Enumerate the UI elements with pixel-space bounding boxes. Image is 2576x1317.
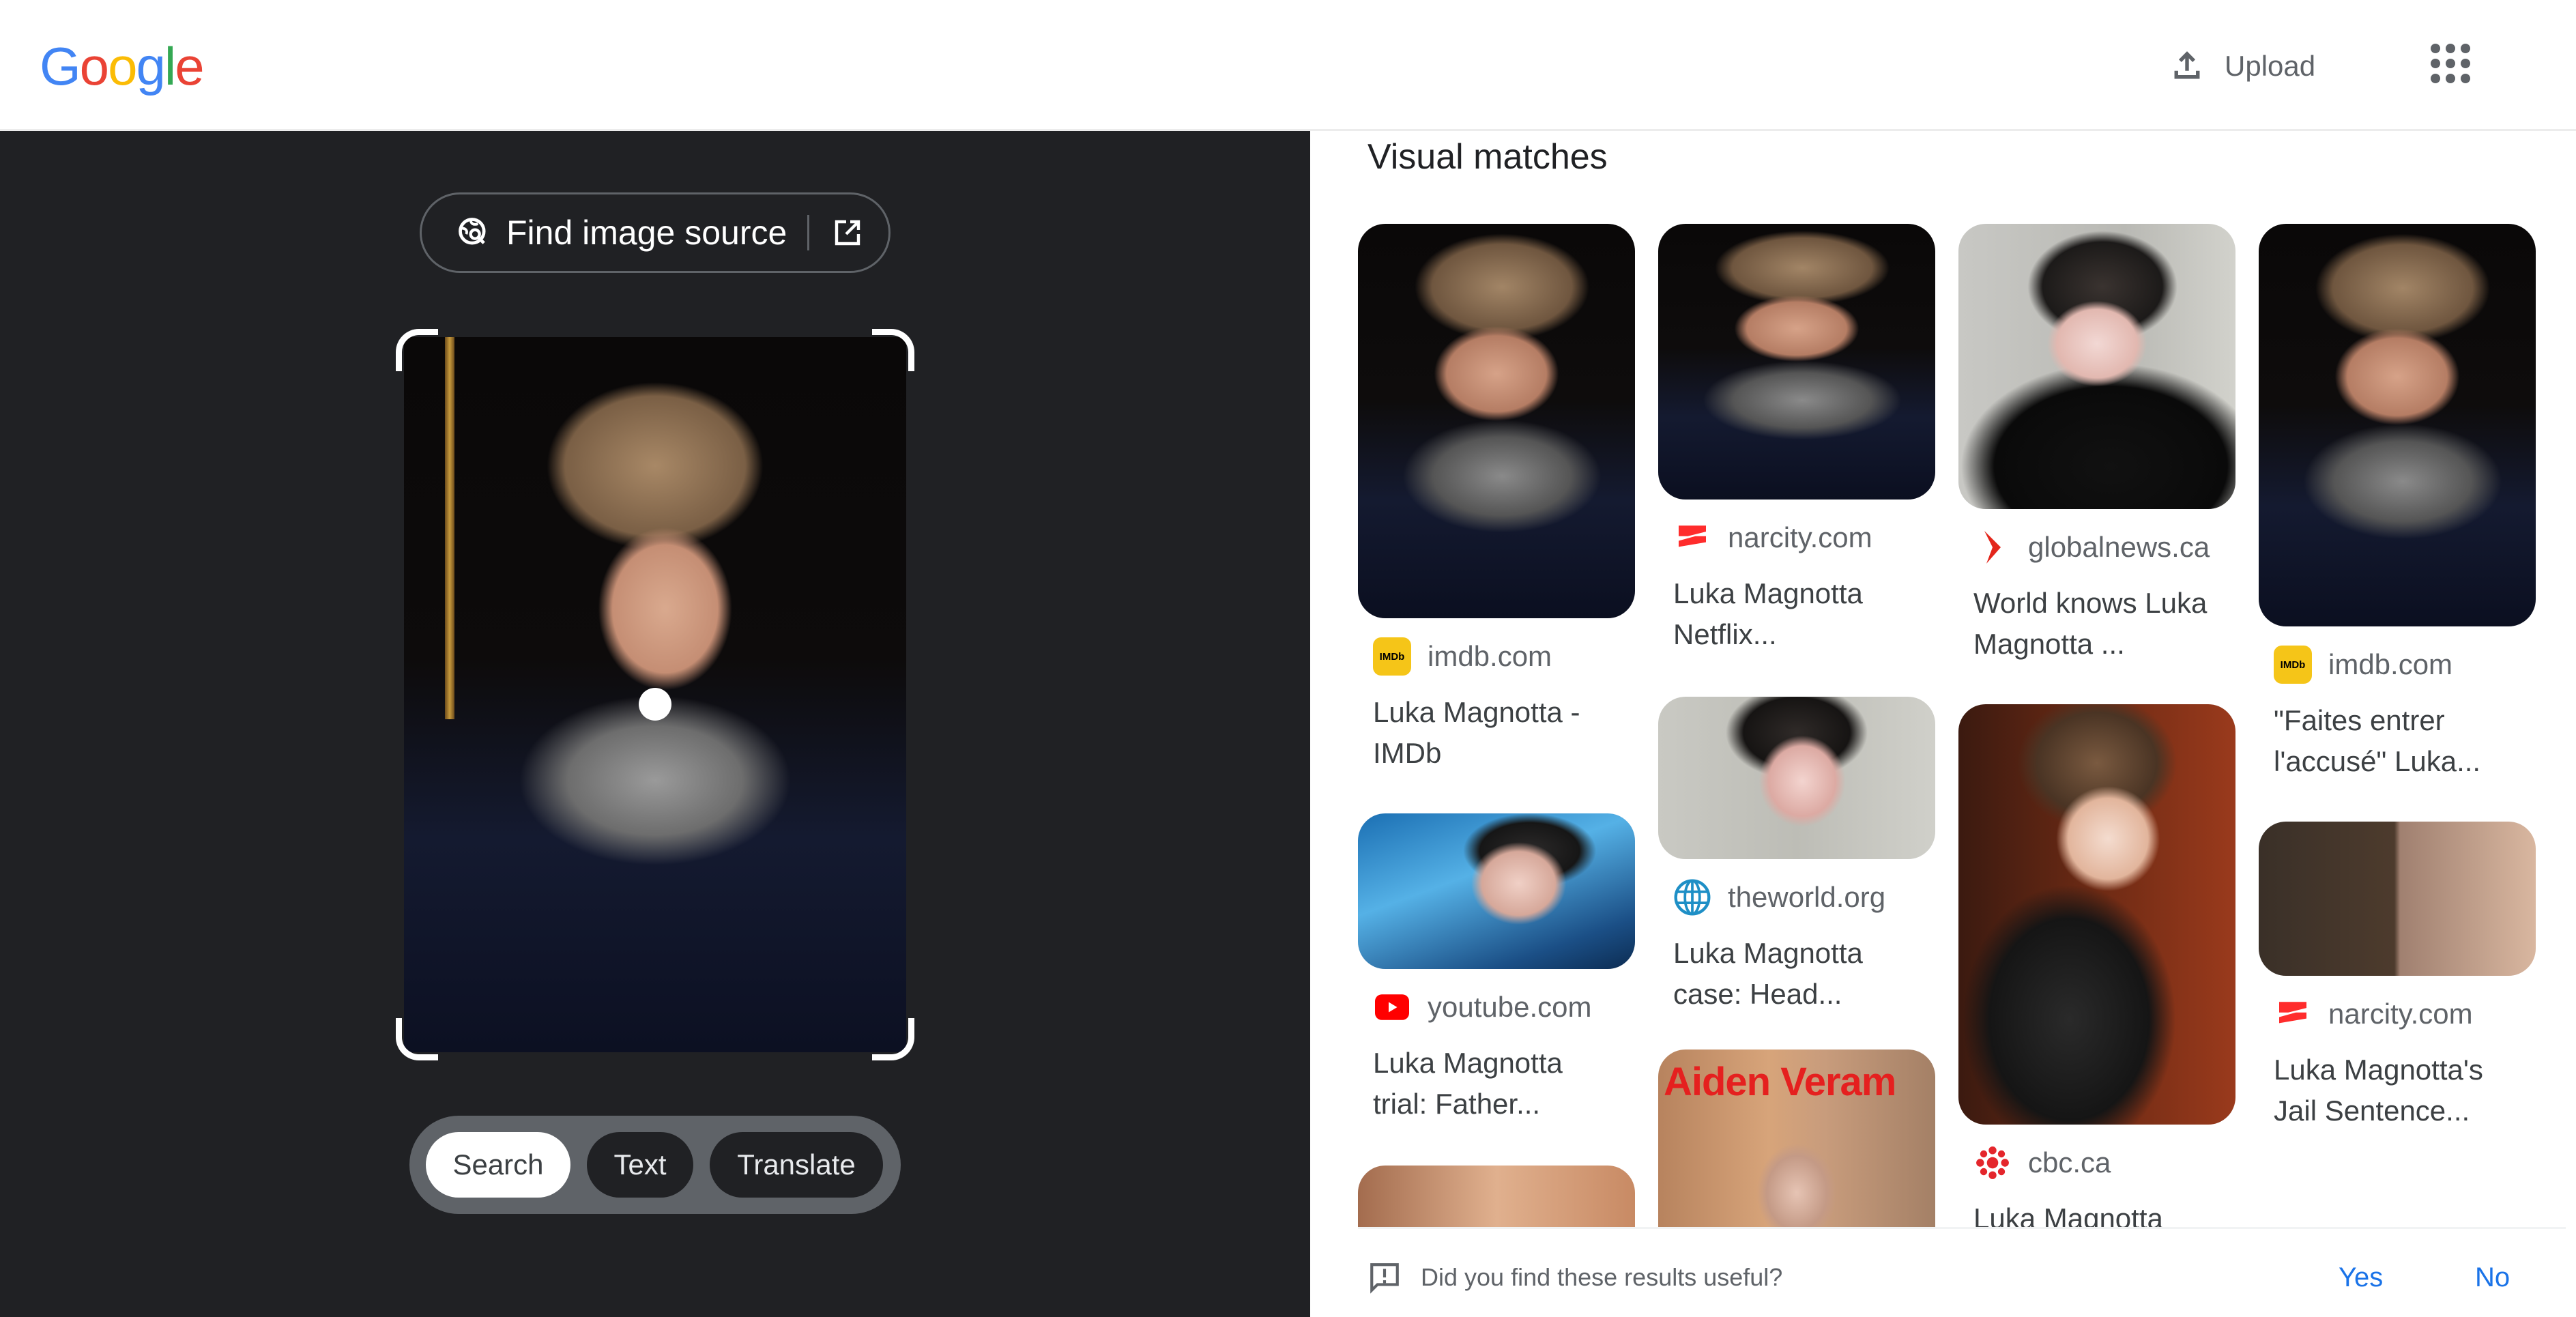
result-title[interactable]: Luka Magnotta xyxy=(1958,1198,2219,1227)
result-title[interactable]: Luka Magnotta trial: Father... xyxy=(1358,1043,1598,1125)
google-logo[interactable]: Google xyxy=(40,35,205,98)
find-image-source-label: Find image source xyxy=(506,214,787,252)
image-crop-area[interactable] xyxy=(396,329,914,1060)
narcity-favicon xyxy=(1673,519,1711,557)
result-site: youtube.com xyxy=(1428,991,1592,1023)
result-card[interactable]: Aiden Veram xyxy=(1658,1050,1935,1227)
result-card[interactable]: globalnews.ca World knows Luka Magnotta … xyxy=(1958,224,2235,665)
object-selection-dot[interactable] xyxy=(639,688,671,721)
mode-text-button[interactable]: Text xyxy=(587,1132,693,1198)
crop-handle-top-right[interactable] xyxy=(872,329,914,371)
upload-label: Upload xyxy=(2225,50,2316,82)
result-card[interactable]: narcity.com Luka Magnotta's Jail Sentenc… xyxy=(2259,822,2536,1131)
imdb-favicon: IMDb xyxy=(2274,646,2312,684)
results-panel: Visual matches IMDb imdb.com Luka Magnot… xyxy=(1310,131,2576,1317)
feedback-question: Did you find these results useful? xyxy=(1421,1263,1783,1291)
crop-handle-bottom-right[interactable] xyxy=(872,1018,914,1060)
result-thumbnail[interactable] xyxy=(1658,697,1935,859)
result-thumbnail[interactable] xyxy=(1958,224,2235,509)
result-thumbnail[interactable]: Aiden Veram xyxy=(1658,1050,1935,1227)
logo-letter: o xyxy=(108,36,137,96)
result-card[interactable]: IMDb imdb.com "Faites entrer l'accusé" L… xyxy=(2259,224,2536,782)
upload-button[interactable]: Upload xyxy=(2169,42,2315,90)
logo-letter: G xyxy=(40,36,81,96)
result-site: cbc.ca xyxy=(2028,1146,2111,1178)
result-site: theworld.org xyxy=(1728,881,1886,913)
crop-handle-bottom-left[interactable] xyxy=(396,1018,438,1060)
top-bar: Google Upload xyxy=(0,0,2576,131)
result-thumbnail[interactable] xyxy=(1358,813,1635,969)
result-card[interactable]: theworld.org Luka Magnotta case: Head... xyxy=(1658,697,1935,1015)
mode-switcher: Search Text Translate xyxy=(409,1116,901,1214)
logo-letter: g xyxy=(136,36,165,96)
thumbnail-overlay-text: Aiden Veram xyxy=(1664,1060,1896,1104)
feedback-icon xyxy=(1370,1263,1399,1294)
result-title[interactable]: Luka Magnotta case: Head... xyxy=(1658,933,1898,1015)
result-site: globalnews.ca xyxy=(2028,531,2210,563)
result-title[interactable]: Luka Magnotta Netflix... xyxy=(1658,573,1898,655)
result-thumbnail[interactable] xyxy=(1958,704,2235,1125)
section-title: Visual matches xyxy=(1367,137,1608,177)
feedback-bar: Did you find these results useful? Yes N… xyxy=(1367,1257,2562,1298)
result-site: narcity.com xyxy=(2328,998,2473,1030)
result-site: imdb.com xyxy=(2328,648,2453,680)
result-title[interactable]: Luka Magnotta - IMDb xyxy=(1358,692,1625,774)
logo-letter: l xyxy=(164,36,176,96)
cbc-favicon xyxy=(1973,1144,2012,1182)
mode-translate-button[interactable]: Translate xyxy=(710,1132,883,1198)
upload-icon xyxy=(2174,51,2200,79)
result-thumbnail[interactable] xyxy=(1358,224,1635,618)
feedback-yes-button[interactable]: Yes xyxy=(2339,1262,2383,1293)
imdb-favicon: IMDb xyxy=(1373,637,1411,676)
result-title[interactable]: "Faites entrer l'accusé" Luka... xyxy=(2259,700,2519,782)
theworld-favicon xyxy=(1673,878,1711,916)
find-image-source-button[interactable]: Find image source xyxy=(420,192,891,273)
background-pole xyxy=(445,337,454,719)
result-site: imdb.com xyxy=(1428,640,1552,672)
result-title[interactable]: World knows Luka Magnotta ... xyxy=(1958,583,2219,665)
lens-search-icon xyxy=(459,218,486,245)
logo-letter: o xyxy=(79,36,109,96)
narcity-favicon xyxy=(2274,995,2312,1033)
result-card[interactable]: IMDb imdb.com Luka Magnotta - IMDb xyxy=(1358,224,1635,774)
globalnews-favicon xyxy=(1973,528,2012,566)
result-card[interactable]: cbc.ca Luka Magnotta xyxy=(1958,704,2235,1227)
feedback-divider xyxy=(1358,1227,2566,1229)
result-thumbnail[interactable] xyxy=(1358,1166,1635,1227)
result-thumbnail[interactable] xyxy=(1658,224,1935,500)
result-thumbnail[interactable] xyxy=(2259,822,2536,976)
result-site: narcity.com xyxy=(1728,521,1872,553)
lens-panel: Find image source Search Text Translate xyxy=(0,131,1310,1317)
result-card[interactable]: youtube.com Luka Magnotta trial: Father.… xyxy=(1358,813,1635,1125)
result-card[interactable]: narcity.com Luka Magnotta Netflix... xyxy=(1658,224,1935,655)
apps-grid-icon[interactable] xyxy=(2431,44,2472,85)
crop-handle-top-left[interactable] xyxy=(396,329,438,371)
logo-letter: e xyxy=(175,36,204,96)
youtube-favicon xyxy=(1373,988,1411,1026)
result-thumbnail[interactable] xyxy=(2259,224,2536,626)
mode-search-button[interactable]: Search xyxy=(426,1132,570,1198)
visual-matches-grid: IMDb imdb.com Luka Magnotta - IMDb youtu… xyxy=(1358,224,2566,1227)
open-in-new-icon[interactable] xyxy=(831,216,864,249)
result-card[interactable] xyxy=(1358,1166,1635,1227)
feedback-no-button[interactable]: No xyxy=(2475,1262,2510,1293)
divider xyxy=(807,215,810,250)
result-title[interactable]: Luka Magnotta's Jail Sentence... xyxy=(2259,1050,2519,1131)
